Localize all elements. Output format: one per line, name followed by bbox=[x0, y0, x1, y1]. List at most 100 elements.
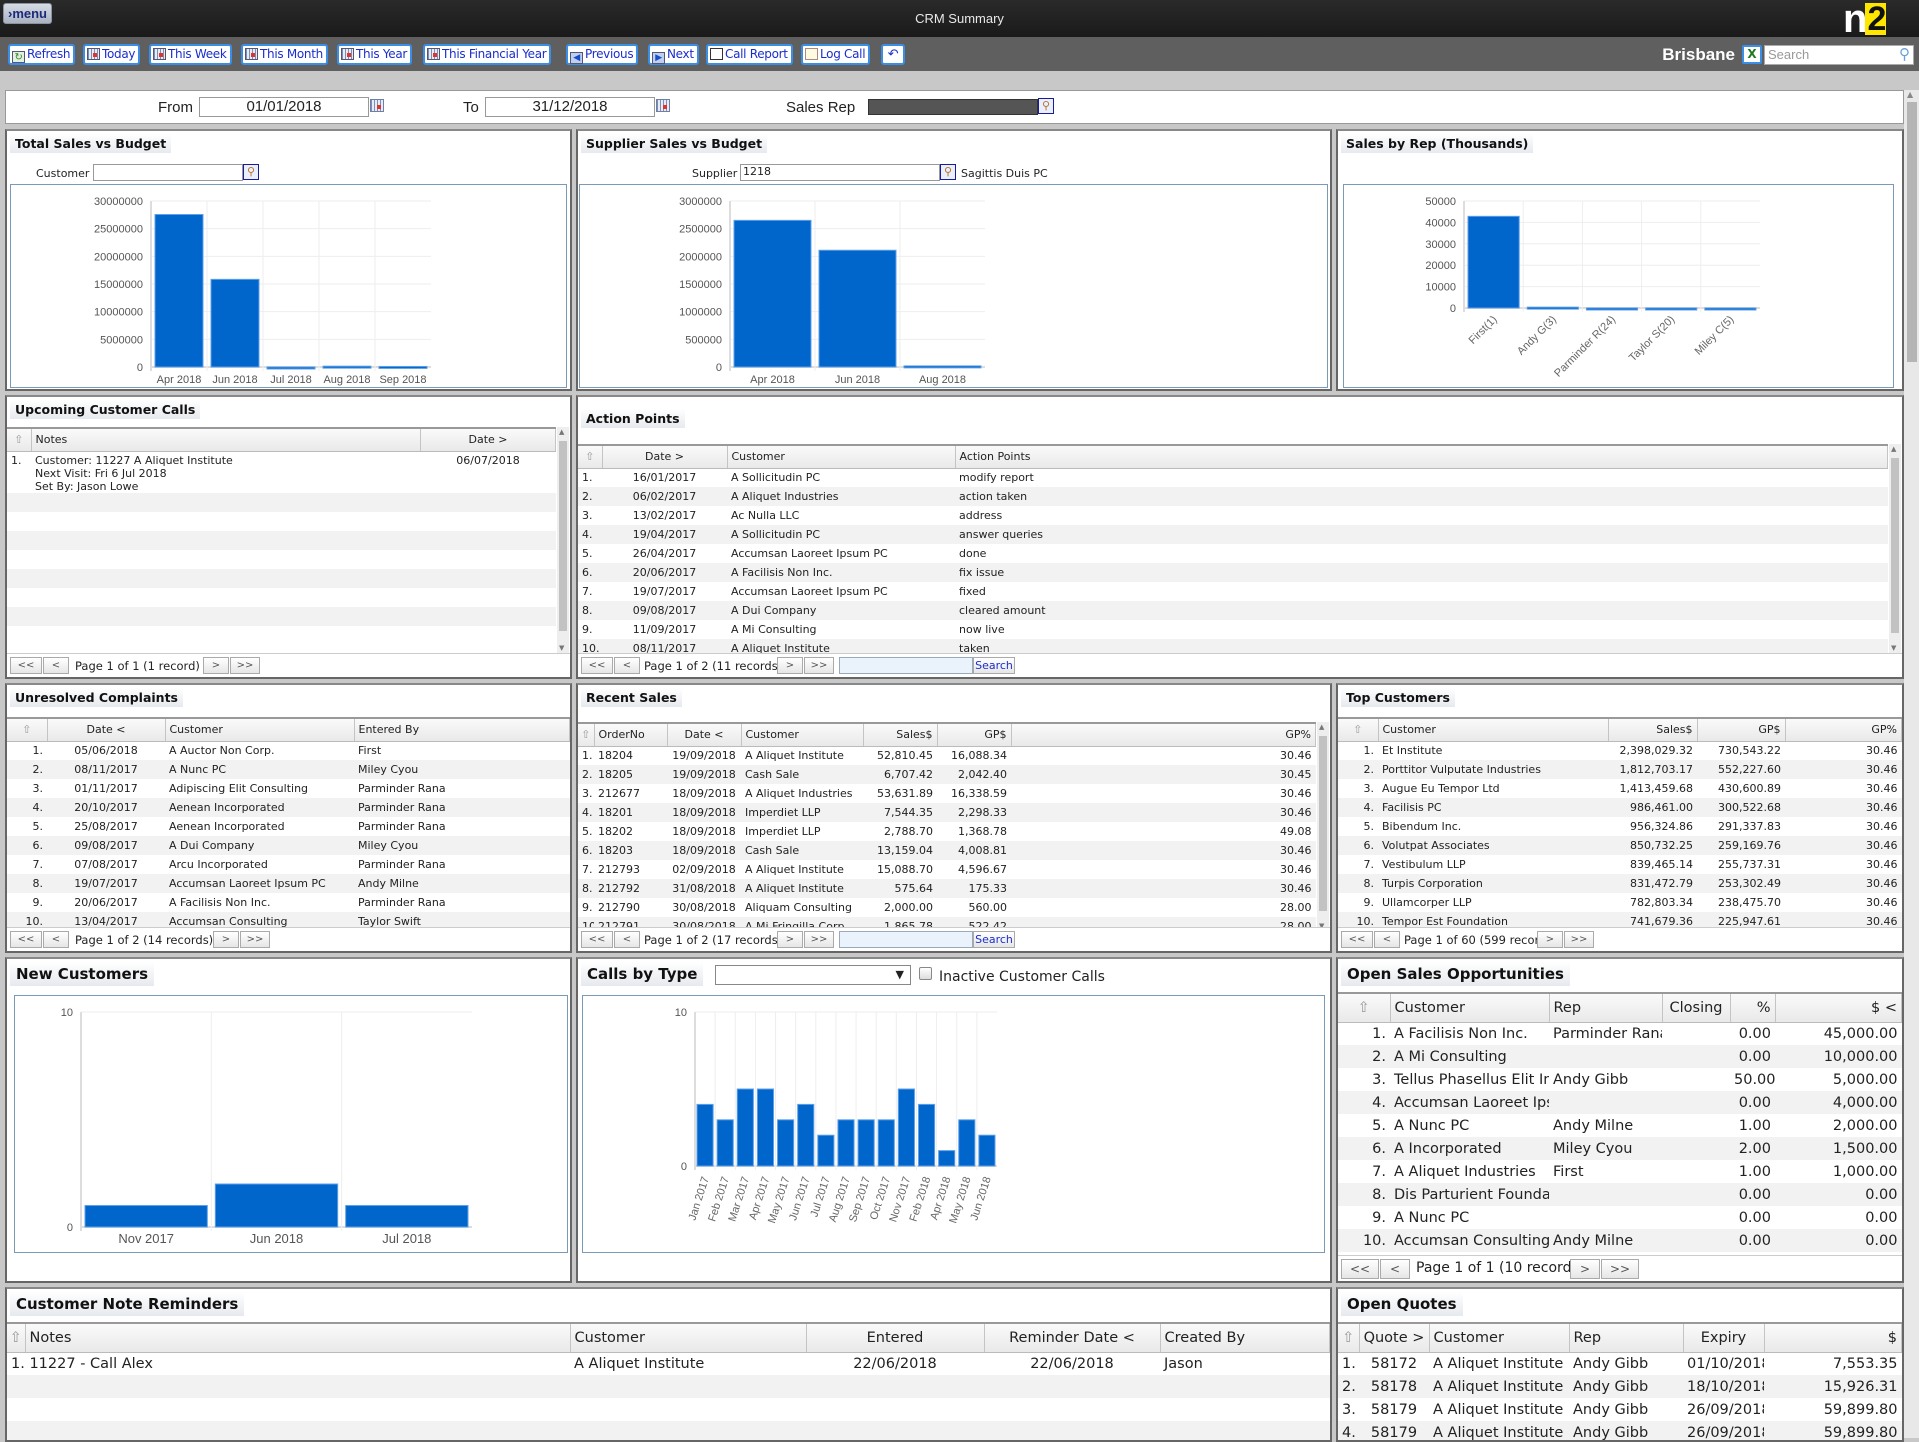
refresh-button[interactable]: ↻ Refresh bbox=[8, 44, 76, 65]
table-row[interactable]: 7. 19/07/2017 Accumsan Laoreet Ipsum PC fix… bbox=[578, 582, 1888, 601]
bar-may-2017[interactable] bbox=[777, 1119, 795, 1167]
table-row[interactable]: 3. 212677 18/09/2018 A Aliquet Industries 53… bbox=[578, 784, 1316, 803]
sales-rep-input[interactable] bbox=[868, 99, 1038, 115]
first-page-button[interactable]: << bbox=[581, 657, 613, 674]
table-row[interactable]: 9. A Nunc PC 0.00 0.00 bbox=[1338, 1206, 1902, 1229]
bar-feb-2018[interactable] bbox=[917, 1103, 936, 1167]
column-header-reminder-date[interactable]: Reminder Date < bbox=[984, 1324, 1161, 1353]
table-row[interactable]: 1. 11227 - Call Alex A Aliquet Institute… bbox=[7, 1352, 1330, 1375]
table-row[interactable]: 2. 08/11/2017 A Nunc PC Miley Cyou bbox=[7, 760, 570, 779]
bar-sep-2018[interactable] bbox=[378, 365, 428, 369]
table-row[interactable]: 1. 16/01/2017 A Sollicitudin PC modify repo… bbox=[578, 468, 1888, 487]
column-header-gp[interactable]: GP$ bbox=[937, 724, 1012, 747]
bar-jul-2017[interactable] bbox=[817, 1134, 835, 1167]
bar-aug-2018[interactable] bbox=[322, 365, 372, 369]
next-button[interactable]: ▶ Next bbox=[648, 44, 699, 65]
table-row[interactable]: 3. 58179 A Aliquet Institute Andy Gibb 26/09… bbox=[1338, 1398, 1902, 1421]
from-calendar-icon[interactable] bbox=[370, 99, 384, 112]
column-header-date[interactable]: Date > bbox=[420, 429, 556, 452]
bar-nov-2017[interactable] bbox=[897, 1088, 915, 1167]
this-year-button[interactable]: This Year bbox=[337, 44, 413, 65]
column-header-quote[interactable]: Quote > bbox=[1359, 1324, 1430, 1353]
bar-jul-2018[interactable] bbox=[266, 366, 316, 370]
table-row[interactable]: 2. 18205 19/09/2018 Cash Sale 6,707.42 2,042.… bbox=[578, 765, 1316, 784]
last-page-button[interactable]: >> bbox=[1564, 931, 1594, 948]
column-header-percent[interactable]: % bbox=[1730, 994, 1776, 1023]
global-search-input[interactable]: Search ⚲ bbox=[1764, 45, 1914, 65]
first-page-button[interactable]: << bbox=[1341, 1259, 1379, 1279]
table-row[interactable]: 9. 212790 30/08/2018 Aliquam Consulting 2,00… bbox=[578, 898, 1316, 917]
export-icon[interactable]: ⇧ bbox=[1338, 719, 1379, 742]
bar-oct-2017[interactable] bbox=[877, 1119, 895, 1167]
table-row[interactable]: 4. 18201 18/09/2018 Imperdiet LLP 7,544.35 2,… bbox=[578, 803, 1316, 822]
export-icon[interactable]: ⇧ bbox=[7, 1324, 26, 1353]
column-header-amount[interactable]: $ bbox=[1764, 1324, 1902, 1353]
table-row[interactable]: 7. 07/08/2017 Arcu Incorporated Parminder R… bbox=[7, 855, 570, 874]
table-row[interactable]: 4.Accumsan Laoreet Ipsum 0.004,000.00 bbox=[1338, 1091, 1902, 1114]
previous-button[interactable]: ◀ Previous bbox=[566, 44, 639, 65]
grid-search-button[interactable]: Search bbox=[973, 657, 1015, 674]
column-header-customer[interactable]: Customer bbox=[1390, 994, 1550, 1023]
bar-aug-2018[interactable] bbox=[903, 365, 982, 369]
export-icon[interactable]: ⇧ bbox=[1338, 994, 1391, 1023]
prev-page-button[interactable]: < bbox=[614, 657, 640, 674]
log-call-button[interactable]: Log Call bbox=[801, 44, 871, 65]
today-button[interactable]: Today bbox=[83, 44, 141, 65]
column-header-gp-percent[interactable]: GP% bbox=[1011, 724, 1316, 747]
bar-nov-2017[interactable] bbox=[84, 1205, 208, 1228]
bar-apr-2018[interactable] bbox=[938, 1150, 956, 1167]
bar-miley-c-5-[interactable] bbox=[1704, 307, 1757, 311]
next-page-button[interactable]: > bbox=[203, 657, 229, 674]
prev-page-button[interactable]: < bbox=[1380, 1259, 1410, 1279]
bar-andy-g-3-[interactable] bbox=[1526, 306, 1579, 310]
table-row[interactable]: 6. 18203 18/09/2018 Cash Sale 13,159.04 4,008… bbox=[578, 841, 1316, 860]
bar-jun-2018[interactable] bbox=[214, 1183, 339, 1228]
column-header-customer[interactable]: Customer bbox=[570, 1324, 807, 1353]
column-header-date[interactable]: Date < bbox=[667, 724, 742, 747]
page-scrollbar[interactable]: ▲ bbox=[1904, 90, 1919, 1438]
grid-search-input[interactable] bbox=[839, 931, 973, 948]
first-page-button[interactable]: << bbox=[10, 931, 42, 948]
table-row[interactable]: 3. 13/02/2017 Ac Nulla LLC address bbox=[578, 506, 1888, 525]
this-financial-year-button[interactable]: This Financial Year bbox=[423, 44, 552, 65]
bar-jun-2018[interactable] bbox=[978, 1134, 996, 1167]
last-page-button[interactable]: >> bbox=[240, 931, 270, 948]
table-row[interactable]: 6. 20/06/2017 A Facilisis Non Inc. fix issu… bbox=[578, 563, 1888, 582]
table-row[interactable]: 1. 58172 A Aliquet Institute Andy Gibb 01/10… bbox=[1338, 1352, 1902, 1375]
table-row[interactable]: 5. 26/04/2017 Accumsan Laoreet Ipsum PC don… bbox=[578, 544, 1888, 563]
table-row[interactable]: 2. Porttitor Vulputate Industries 1,812,70… bbox=[1338, 760, 1902, 779]
column-header-amount[interactable]: $ < bbox=[1775, 994, 1902, 1023]
bar-may-2018[interactable] bbox=[958, 1119, 976, 1167]
column-header-action-points[interactable]: Action Points bbox=[955, 446, 1888, 469]
export-icon[interactable]: ⇧ bbox=[1338, 1324, 1360, 1353]
table-row[interactable]: 1. 18204 19/09/2018 A Aliquet Institute 52,8… bbox=[578, 746, 1316, 765]
export-icon[interactable]: ⇧ bbox=[7, 719, 48, 742]
table-row[interactable]: 4. Facilisis PC 986,461.00 300,522.68 30.46 bbox=[1338, 798, 1902, 817]
table-row[interactable]: 3. Augue Eu Tempor Ltd 1,413,459.68 430,600… bbox=[1338, 779, 1902, 798]
table-row[interactable]: 5. Bibendum Inc. 956,324.86 291,337.83 30.46 bbox=[1338, 817, 1902, 836]
grid-scrollbar[interactable]: ▲ ▼ bbox=[557, 427, 569, 653]
table-row[interactable]: 2. A Mi Consulting 0.00 10,000.00 bbox=[1338, 1045, 1902, 1068]
back-button[interactable]: ↶ bbox=[881, 44, 905, 65]
table-row[interactable]: 5. 18202 18/09/2018 Imperdiet LLP 2,788.70 1,… bbox=[578, 822, 1316, 841]
bar-apr-2017[interactable] bbox=[756, 1088, 775, 1167]
column-header-customer[interactable]: Customer bbox=[727, 446, 956, 469]
table-row[interactable]: 8.Dis Parturient Foundation 0.000.00 bbox=[1338, 1183, 1902, 1206]
column-header-customer[interactable]: Customer bbox=[1378, 719, 1609, 742]
prev-page-button[interactable]: < bbox=[43, 657, 69, 674]
bar-mar-2017[interactable] bbox=[736, 1088, 754, 1167]
table-row[interactable]: 6. A Incorporated Miley Cyou 2.00 1,500.00 bbox=[1338, 1137, 1902, 1160]
table-row[interactable]: 8. 09/08/2017 A Dui Company cleared amount bbox=[578, 601, 1888, 620]
bar-apr-2018[interactable] bbox=[154, 214, 204, 368]
this-week-button[interactable]: This Week bbox=[149, 44, 232, 65]
inactive-calls-checkbox[interactable] bbox=[919, 967, 932, 980]
excel-export-button[interactable]: X bbox=[1742, 45, 1762, 64]
this-month-button[interactable]: This Month bbox=[241, 44, 328, 65]
table-row[interactable]: 7. 212793 02/09/2018 A Aliquet Institute 15,… bbox=[578, 860, 1316, 879]
bar-parminder-r-24-[interactable] bbox=[1585, 307, 1639, 311]
table-row[interactable]: 9. Ullamcorper LLP 782,803.34 238,475.70 30.… bbox=[1338, 893, 1902, 912]
export-icon[interactable]: ⇧ bbox=[578, 446, 603, 469]
page-scroll-thumb[interactable] bbox=[1907, 102, 1917, 362]
column-header-entered-by[interactable]: Entered By bbox=[354, 719, 570, 742]
column-header-entered[interactable]: Entered bbox=[806, 1324, 985, 1353]
